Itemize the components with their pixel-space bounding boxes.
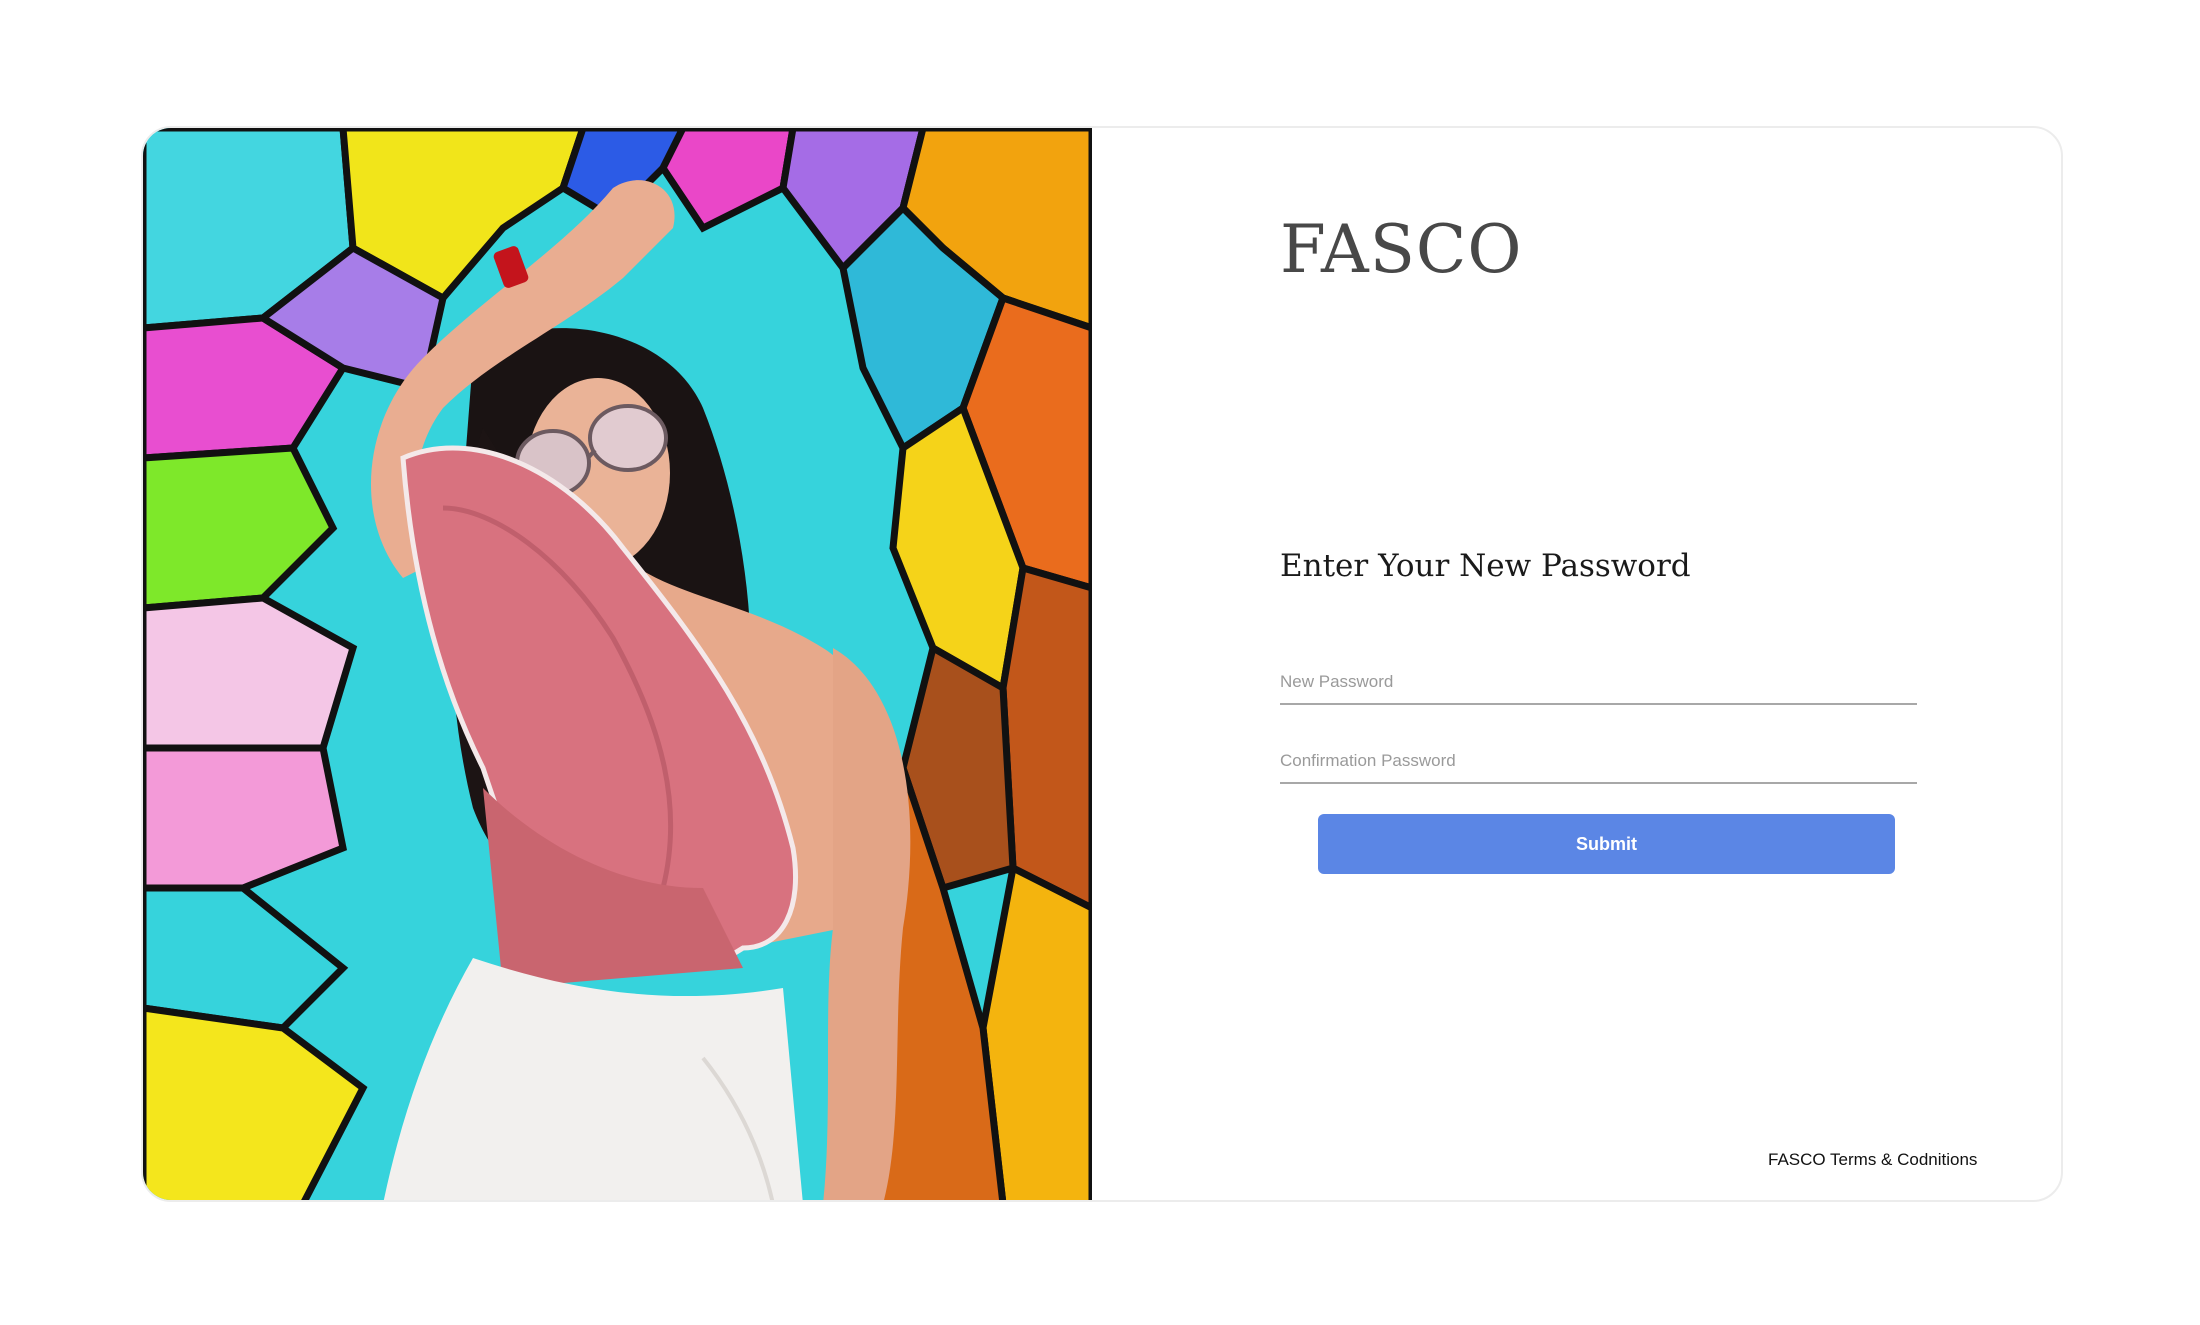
submit-button[interactable]: Submit (1318, 814, 1895, 874)
brand-logo: FASCO (1280, 211, 1523, 288)
terms-link[interactable]: FASCO Terms & Codnitions (1768, 1150, 1977, 1170)
new-password-input[interactable] (1280, 661, 1917, 705)
page-title: Enter Your New Password (1280, 548, 1691, 584)
reset-password-card: FASCO Enter Your New Password Submit FAS… (141, 126, 2063, 1202)
confirm-password-input[interactable] (1280, 740, 1917, 784)
fashion-model-photo (143, 128, 1092, 1200)
